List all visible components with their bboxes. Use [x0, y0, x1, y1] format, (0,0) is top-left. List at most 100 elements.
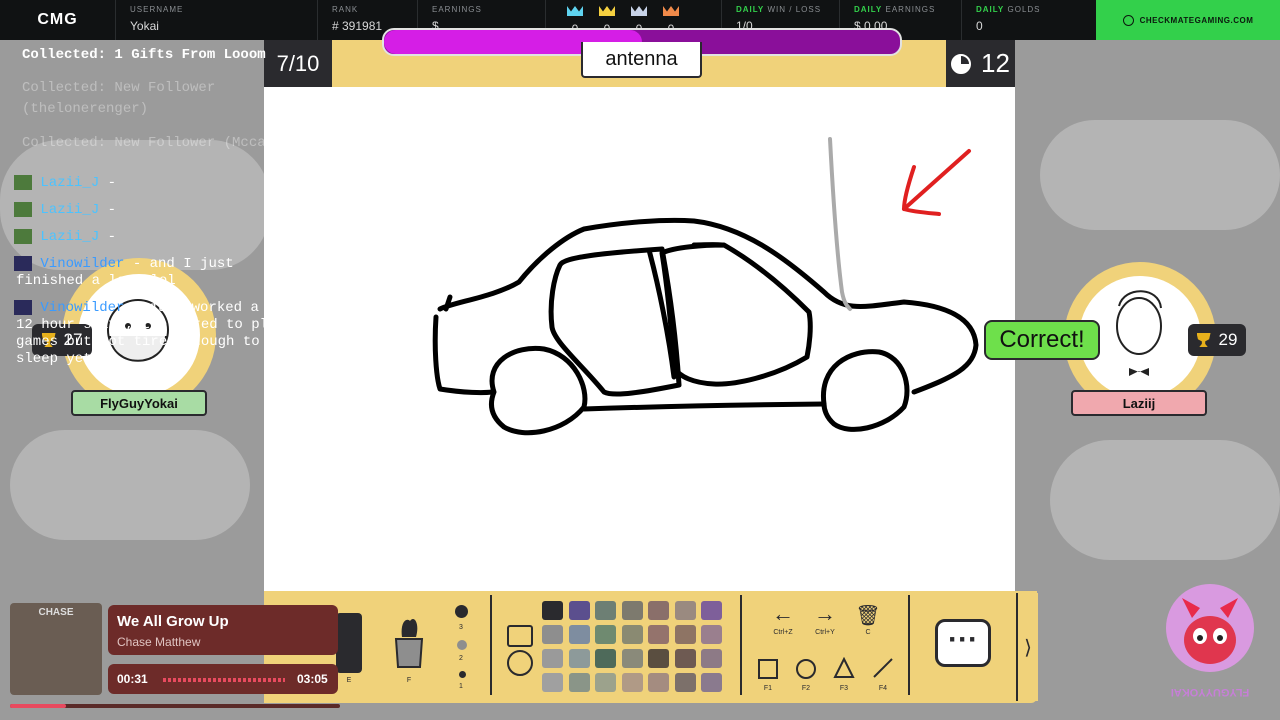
brush-size-label: 2	[459, 655, 463, 662]
color-swatch[interactable]	[542, 649, 563, 668]
color-swatch[interactable]	[542, 625, 563, 644]
opponent-score: 29	[1188, 324, 1246, 356]
timer: 12	[946, 40, 1015, 87]
chat-message: Vinowilder - just worked a	[14, 300, 259, 316]
rectangle-tool-icon[interactable]	[758, 659, 778, 679]
circle-tool-icon[interactable]	[796, 659, 816, 679]
secret-word: antenna	[581, 42, 702, 78]
triangle-tool-icon[interactable]	[833, 656, 855, 679]
notification: Collected: New Follower (Mccallan15)	[22, 135, 325, 151]
antenna-stroke	[828, 137, 852, 311]
color-swatch[interactable]	[621, 601, 643, 620]
color-swatch[interactable]	[674, 649, 696, 668]
avatar	[14, 256, 32, 271]
color-swatch[interactable]	[701, 601, 722, 620]
bg-cloud	[1040, 120, 1280, 230]
bg-cloud	[10, 430, 250, 540]
daily-golds-cell: DAILY GOLDS 0	[962, 0, 1082, 40]
crown-icon	[663, 6, 679, 16]
line-tool-icon[interactable]	[872, 657, 894, 679]
chat-username: Lazii_J	[40, 202, 100, 219]
devil-mascot-logo: FLYGUYYOKAI	[1162, 578, 1258, 708]
timer-value: 12	[981, 48, 1010, 78]
earnings-label: EARNINGS	[432, 5, 482, 14]
notification: Collected: New Follower	[22, 80, 216, 96]
username-label: USERNAME	[130, 5, 184, 14]
color-swatch[interactable]	[542, 673, 563, 692]
shape-label: F3	[839, 685, 849, 692]
chat-username: Lazii_J	[40, 229, 100, 246]
toolbar-expand-button[interactable]: ⟩	[1016, 593, 1038, 701]
car-drawing	[432, 217, 979, 436]
toolbar-divider	[740, 595, 742, 695]
color-swatch[interactable]	[701, 649, 722, 668]
color-swatch[interactable]	[648, 625, 669, 644]
checkmate-link[interactable]: CHECKMATEGAMING.COM	[1096, 0, 1280, 40]
opponent-name-tag: Laziij	[1071, 390, 1207, 416]
shape-label: F4	[878, 685, 888, 692]
color-swatch[interactable]	[568, 625, 590, 644]
player-name: FlyGuyYokai	[100, 395, 178, 411]
color-swatch[interactable]	[542, 601, 563, 620]
speech-bubble-icon: ···	[948, 623, 978, 656]
song-artist: Chase Matthew	[117, 635, 201, 649]
cmg-logo[interactable]: CMG	[0, 0, 116, 40]
crown-icon	[599, 6, 615, 16]
song-seekbar	[163, 678, 285, 682]
timer-icon	[951, 53, 972, 74]
winloss-label-text: WIN / LOSS	[767, 5, 822, 14]
drawing-canvas[interactable]	[264, 87, 1015, 591]
fill-tool-icon[interactable]	[336, 613, 362, 673]
color-swatch[interactable]	[674, 625, 696, 644]
crown-icon	[631, 6, 647, 16]
bucket-tool-label: F	[406, 677, 412, 684]
undo-icon[interactable]: ←	[768, 601, 798, 627]
keyboard-icon[interactable]	[507, 625, 533, 647]
song-progress	[10, 704, 340, 708]
notification: (thelonerenger)	[22, 101, 149, 117]
opponent-name: Laziij	[1122, 395, 1156, 411]
color-swatch[interactable]	[674, 601, 696, 620]
brush-size-small[interactable]	[459, 671, 466, 678]
color-swatch[interactable]	[621, 625, 643, 644]
color-swatch[interactable]	[701, 625, 722, 644]
toolbar-divider	[490, 595, 492, 695]
color-swatch[interactable]	[595, 649, 616, 668]
color-swatch[interactable]	[568, 673, 590, 692]
notification: Collected: 1 Gifts From Looom	[22, 47, 266, 63]
opponent-score-value: 29	[1218, 330, 1238, 349]
redo-icon[interactable]: →	[810, 601, 840, 627]
color-swatch[interactable]	[568, 649, 590, 668]
color-swatch[interactable]	[621, 649, 643, 668]
color-swatch[interactable]	[595, 625, 616, 644]
rank-label: RANK	[332, 5, 359, 14]
color-swatch[interactable]	[595, 601, 616, 620]
color-swatch[interactable]	[568, 601, 590, 620]
brush-size-large[interactable]	[455, 605, 468, 618]
color-swatch[interactable]	[621, 673, 643, 692]
color-swatch[interactable]	[648, 601, 669, 620]
round-counter: 7/10	[264, 40, 332, 87]
chat-bubble-button[interactable]: ···	[935, 619, 991, 667]
song-title: We All Grow Up	[117, 613, 229, 630]
chat-text-cont: 12 hour shift, too tired to play	[16, 317, 285, 333]
chat-message: Lazii_J -	[14, 175, 116, 191]
player-name-tag: FlyGuyYokai	[71, 390, 207, 416]
album-art-text: CHASE	[38, 607, 74, 618]
chat-message: Lazii_J -	[14, 202, 116, 218]
daily-golds-label: DAILY GOLDS	[976, 5, 1070, 14]
bucket-icon[interactable]	[392, 613, 426, 669]
color-swatch[interactable]	[648, 649, 669, 668]
color-swatch[interactable]	[595, 673, 616, 692]
gamepad-icon[interactable]	[507, 650, 533, 676]
chat-username: Vinowilder	[40, 300, 125, 317]
chat-text: - and I just	[132, 256, 234, 273]
trash-icon[interactable]: 🗑	[853, 603, 883, 628]
clear-label: C	[865, 629, 871, 636]
redo-label: Ctrl+Y	[815, 629, 835, 636]
brush-size-medium[interactable]	[457, 640, 467, 650]
color-swatch[interactable]	[674, 673, 696, 692]
color-swatch[interactable]	[701, 673, 722, 692]
daily-winloss-label: DAILY WIN / LOSS	[736, 5, 827, 14]
color-swatch[interactable]	[648, 673, 669, 692]
